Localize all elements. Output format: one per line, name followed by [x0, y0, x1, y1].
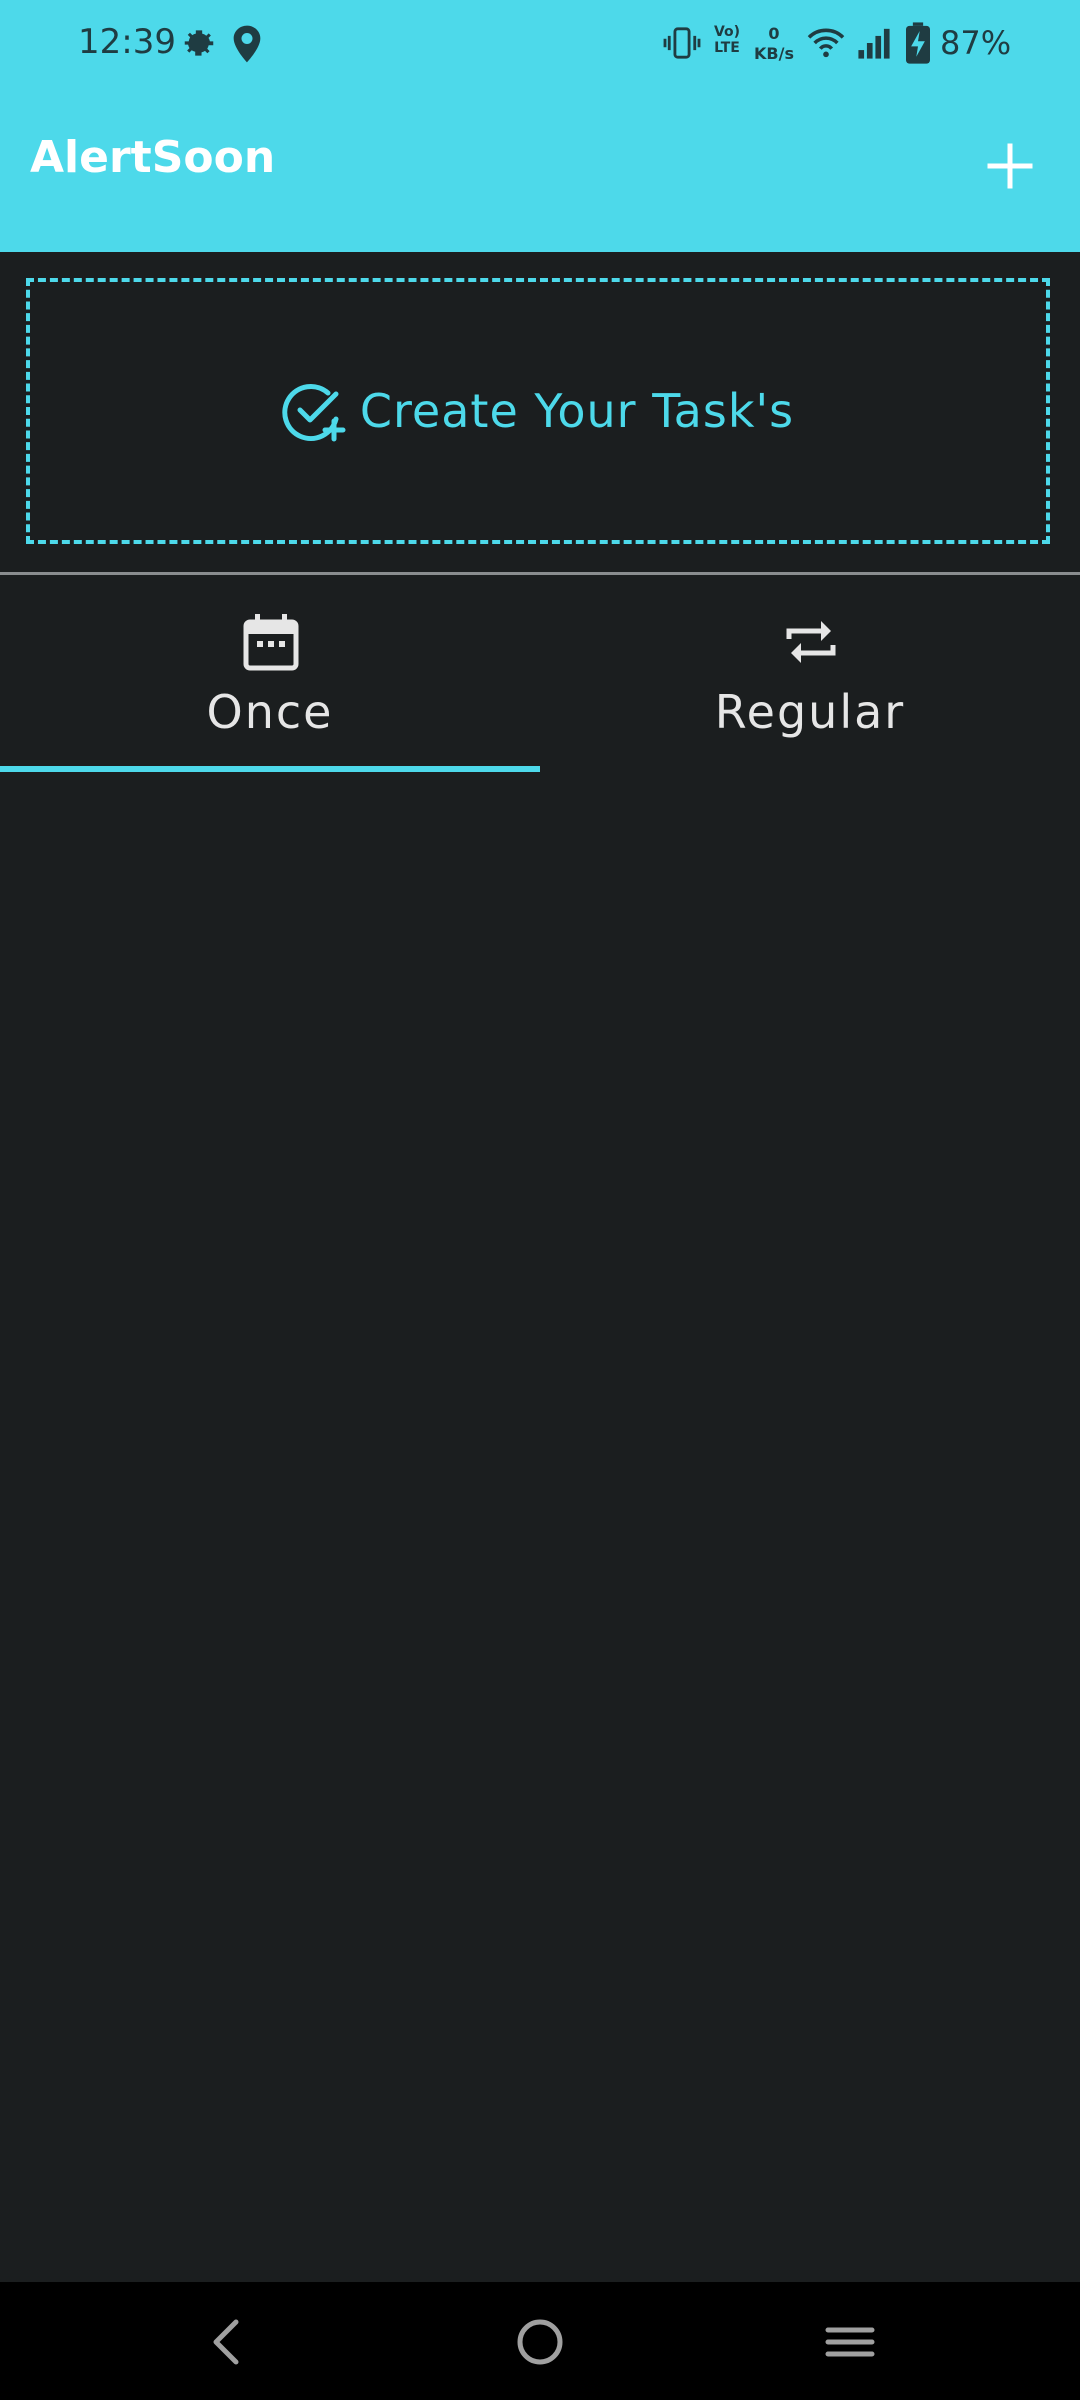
calendar-icon — [243, 614, 299, 671]
screen: 12:39 Vo) LTE 0 KB/s 87% AlertSoon Creat… — [0, 0, 1080, 2400]
task-add-icon — [282, 384, 346, 442]
status-time: 12:39 — [78, 22, 176, 62]
app-bar: AlertSoon — [0, 92, 1080, 252]
selected-tab-indicator — [0, 766, 540, 772]
volte-line1: Vo) — [713, 24, 741, 40]
app-title: AlertSoon — [30, 132, 276, 183]
tab-bar: Once Regular — [0, 575, 1080, 775]
recent-apps-icon[interactable] — [818, 2310, 882, 2374]
volte-indicator: Vo) LTE — [710, 24, 744, 56]
status-bar: 12:39 Vo) LTE 0 KB/s 87% — [0, 0, 1080, 92]
task-list-area — [0, 775, 1080, 2282]
settings-gear-icon — [184, 30, 214, 56]
create-task-content: Create Your Task's — [282, 379, 794, 443]
tab-once[interactable]: Once — [0, 575, 540, 775]
home-icon[interactable] — [508, 2310, 572, 2374]
tab-regular[interactable]: Regular — [540, 575, 1080, 775]
wifi-icon — [807, 28, 845, 58]
volte-line2: LTE — [714, 40, 740, 56]
network-speed-unit: KB/s — [754, 44, 794, 63]
cell-signal-icon — [858, 28, 890, 59]
repeat-icon — [786, 621, 836, 663]
network-speed: 0 KB/s — [750, 24, 798, 64]
vibrate-icon — [663, 27, 701, 59]
battery-percentage: 87% — [940, 24, 1012, 62]
add-icon[interactable] — [980, 136, 1040, 196]
network-speed-value: 0 — [768, 24, 780, 43]
location-icon — [233, 25, 261, 63]
create-task-label: Create Your Task's — [359, 384, 795, 438]
battery-charging-icon — [906, 22, 930, 64]
back-icon[interactable] — [196, 2310, 260, 2374]
tab-regular-label: Regular — [714, 685, 906, 739]
system-nav-bar — [0, 2282, 1080, 2400]
create-task-card[interactable]: Create Your Task's — [26, 278, 1050, 544]
tab-once-label: Once — [206, 685, 334, 739]
